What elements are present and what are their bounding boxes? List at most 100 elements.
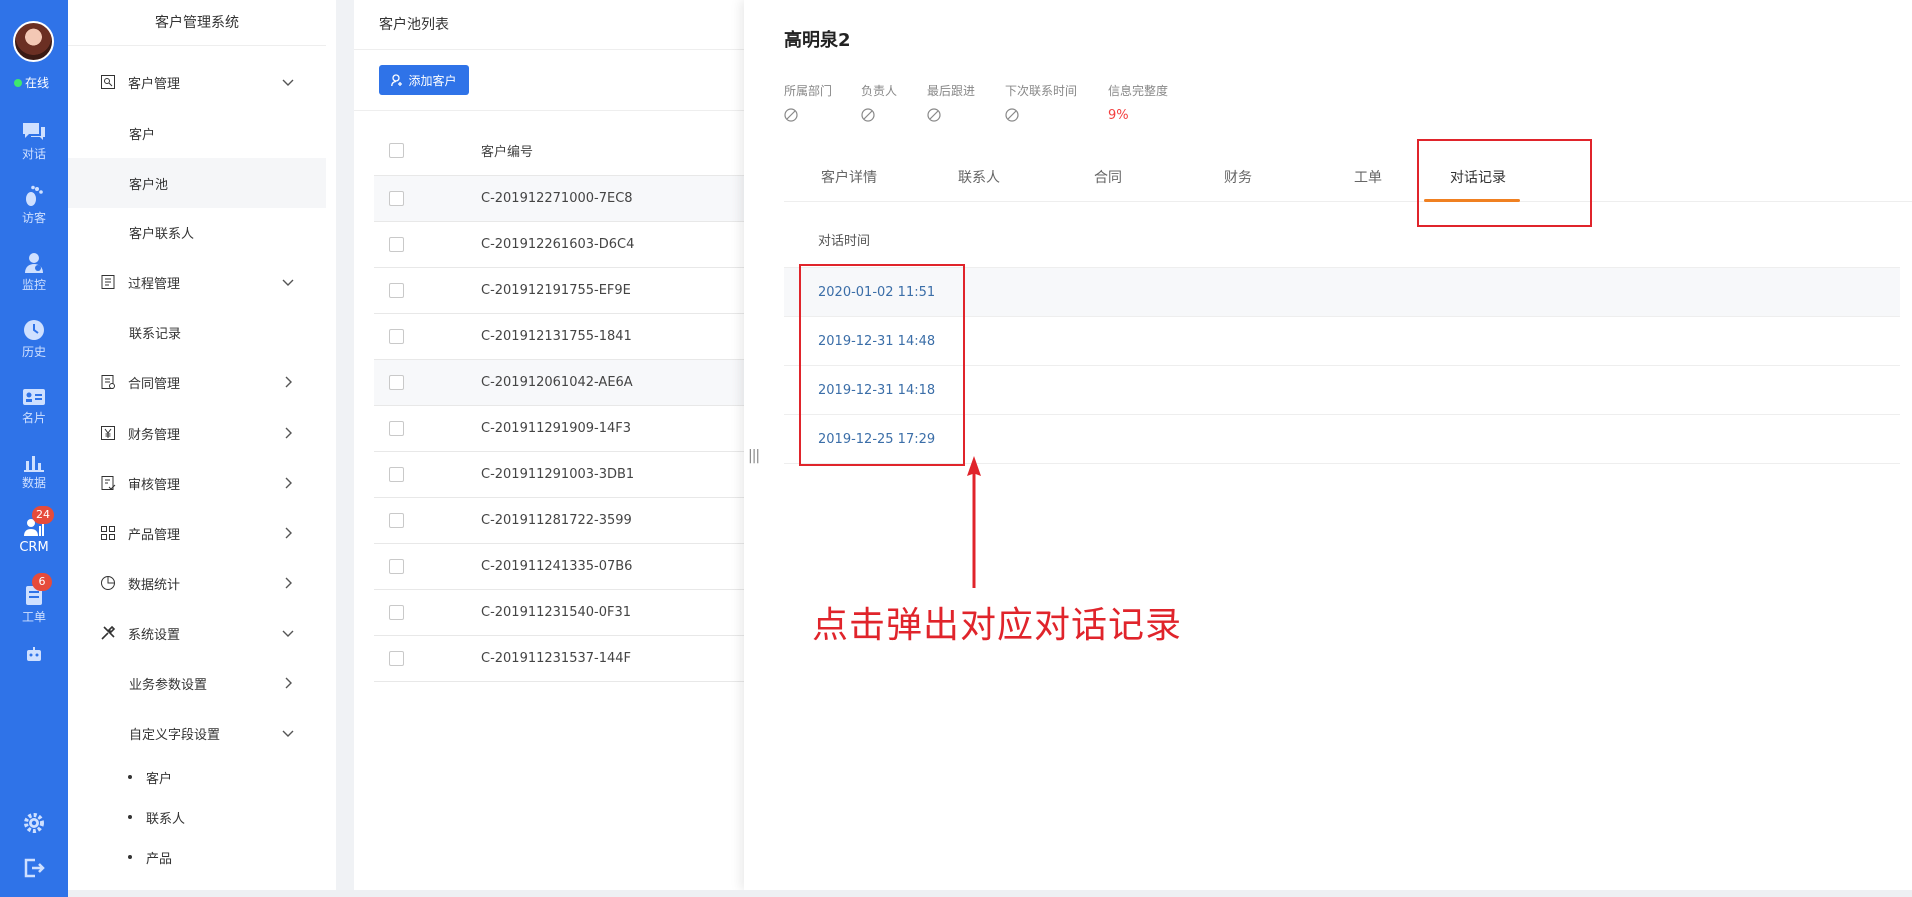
rail-item-settings[interactable]	[0, 812, 68, 836]
menu-contract-mgmt[interactable]: 合同管理	[68, 357, 326, 407]
row-checkbox[interactable]	[389, 237, 404, 252]
panel-resize-handle[interactable]: |||	[748, 448, 760, 464]
table-row[interactable]: C-201911231540-0F31	[374, 590, 744, 636]
tab-finance[interactable]: 财务	[1224, 167, 1252, 187]
empty-icon	[861, 108, 875, 122]
menu-customer-mgmt[interactable]: 客户管理	[68, 57, 326, 107]
customer-id: C-201912131755-1841	[481, 329, 632, 344]
select-all-checkbox[interactable]	[389, 143, 404, 158]
row-checkbox[interactable]	[389, 513, 404, 528]
rail-item-history[interactable]: 历史	[0, 319, 68, 360]
menu-contact-records[interactable]: 联系记录	[68, 307, 326, 357]
add-customer-button[interactable]: 添加客户	[379, 65, 469, 95]
menu-data-stats[interactable]: 数据统计	[68, 558, 326, 608]
rail-item-card[interactable]: 名片	[0, 387, 68, 426]
rail-item-monitor[interactable]: 监控	[0, 252, 68, 293]
annotation-highlight-records	[799, 264, 965, 466]
meta-last-follow: 最后跟进	[927, 82, 975, 122]
customer-id: C-201911241335-07B6	[481, 559, 633, 574]
annotation-highlight-tab	[1417, 139, 1592, 227]
table-row[interactable]: C-201911241335-07B6	[374, 544, 744, 590]
meta-label: 信息完整度	[1108, 84, 1169, 98]
menu-cf-customer[interactable]: 客户	[68, 757, 326, 797]
table-row[interactable]: C-201912191755-EF9E	[374, 268, 744, 314]
bar-chart-icon	[24, 456, 44, 472]
chevron-right-icon	[285, 677, 292, 689]
menu-process-mgmt[interactable]: 过程管理	[68, 257, 326, 307]
tab-contract[interactable]: 合同	[1094, 167, 1122, 187]
menu-system-settings[interactable]: 系统设置	[68, 608, 326, 658]
row-checkbox[interactable]	[389, 329, 404, 344]
detail-tabs: 客户详情 联系人 合同 财务 工单 对话记录	[784, 152, 1912, 202]
row-checkbox[interactable]	[389, 605, 404, 620]
row-checkbox[interactable]	[389, 375, 404, 390]
rail-label: 名片	[21, 411, 46, 425]
rail-item-chat[interactable]: 对话	[0, 121, 68, 162]
row-checkbox[interactable]	[389, 283, 404, 298]
rail-label: 监控	[21, 278, 46, 292]
menu-customer-contacts[interactable]: 客户联系人	[68, 207, 326, 257]
meta-label: 负责人	[861, 84, 898, 98]
menu-label: 过程管理	[128, 276, 181, 292]
customer-table: 客户编号 C-201912271000-7EC8 C-201912261603-…	[374, 126, 744, 682]
clock-icon	[24, 320, 44, 340]
meta-completeness: 信息完整度 9%	[1108, 82, 1168, 123]
online-label: 在线	[25, 76, 50, 90]
tab-ticket[interactable]: 工单	[1354, 167, 1382, 187]
menu-label: 财务管理	[128, 427, 181, 443]
table-row[interactable]: C-201912261603-D6C4	[374, 222, 744, 268]
grid-icon	[98, 525, 118, 541]
rail-item-logout[interactable]	[0, 858, 68, 880]
add-user-icon	[391, 73, 403, 86]
menu-audit-mgmt[interactable]: 审核管理	[68, 458, 326, 508]
table-row[interactable]: C-201912131755-1841	[374, 314, 744, 360]
rail-item-ticket[interactable]: 工单 6	[0, 573, 68, 625]
menu-finance-mgmt[interactable]: 财务管理	[68, 408, 326, 458]
menu-custom-fields[interactable]: 自定义字段设置	[68, 708, 326, 758]
customer-id: C-201912271000-7EC8	[481, 191, 633, 206]
meta-label: 最后跟进	[927, 84, 976, 98]
menu-label: 产品管理	[128, 527, 181, 543]
rail-item-visitor[interactable]: 访客	[0, 185, 68, 226]
chevron-right-icon	[285, 527, 292, 539]
chat-icon	[23, 123, 45, 140]
row-checkbox[interactable]	[389, 651, 404, 666]
table-row[interactable]: C-201912271000-7EC8	[374, 176, 744, 222]
rail-label: CRM	[19, 540, 49, 555]
meta-label: 所属部门	[784, 84, 833, 98]
rail-item-crm[interactable]: CRM 24	[0, 506, 68, 555]
menu-label: 客户	[129, 127, 156, 143]
menu-customer-pool[interactable]: 客户池	[68, 158, 326, 208]
avatar[interactable]	[13, 21, 54, 62]
meta-department: 所属部门	[784, 82, 832, 122]
menu-customer[interactable]: 客户	[68, 108, 326, 158]
customer-id: C-201912061042-AE6A	[481, 375, 633, 390]
rail-item-robot[interactable]	[0, 647, 68, 665]
table-row[interactable]: C-201911291003-3DB1	[374, 452, 744, 498]
tab-customer-detail[interactable]: 客户详情	[821, 167, 877, 187]
chevron-down-icon	[282, 79, 294, 86]
table-row[interactable]: C-201911281722-3599	[374, 498, 744, 544]
monitor-user-icon	[25, 253, 43, 273]
row-checkbox[interactable]	[389, 559, 404, 574]
meta-next-contact: 下次联系时间	[1005, 82, 1077, 122]
row-checkbox[interactable]	[389, 421, 404, 436]
table-row[interactable]: C-201911231537-144F	[374, 636, 744, 682]
menu-cf-product[interactable]: 产品	[68, 837, 326, 877]
customer-name: 高明泉2	[784, 30, 851, 51]
tab-contacts[interactable]: 联系人	[958, 167, 1000, 187]
rail-item-data[interactable]: 数据	[0, 452, 68, 491]
table-row[interactable]: C-201911291909-14F3	[374, 406, 744, 452]
menu-product-mgmt[interactable]: 产品管理	[68, 508, 326, 558]
menu-label: 业务参数设置	[129, 677, 208, 693]
rail-label: 数据	[21, 476, 46, 490]
row-checkbox[interactable]	[389, 467, 404, 482]
table-row[interactable]: C-201912061042-AE6A	[374, 360, 744, 406]
menu-label: 系统设置	[128, 627, 181, 643]
meta-label: 下次联系时间	[1005, 84, 1078, 98]
row-checkbox[interactable]	[389, 191, 404, 206]
annotation-arrow	[967, 456, 981, 588]
menu-business-params[interactable]: 业务参数设置	[68, 658, 326, 708]
menu-cf-contact[interactable]: 联系人	[68, 797, 326, 837]
col-customer-id: 客户编号	[481, 145, 534, 160]
